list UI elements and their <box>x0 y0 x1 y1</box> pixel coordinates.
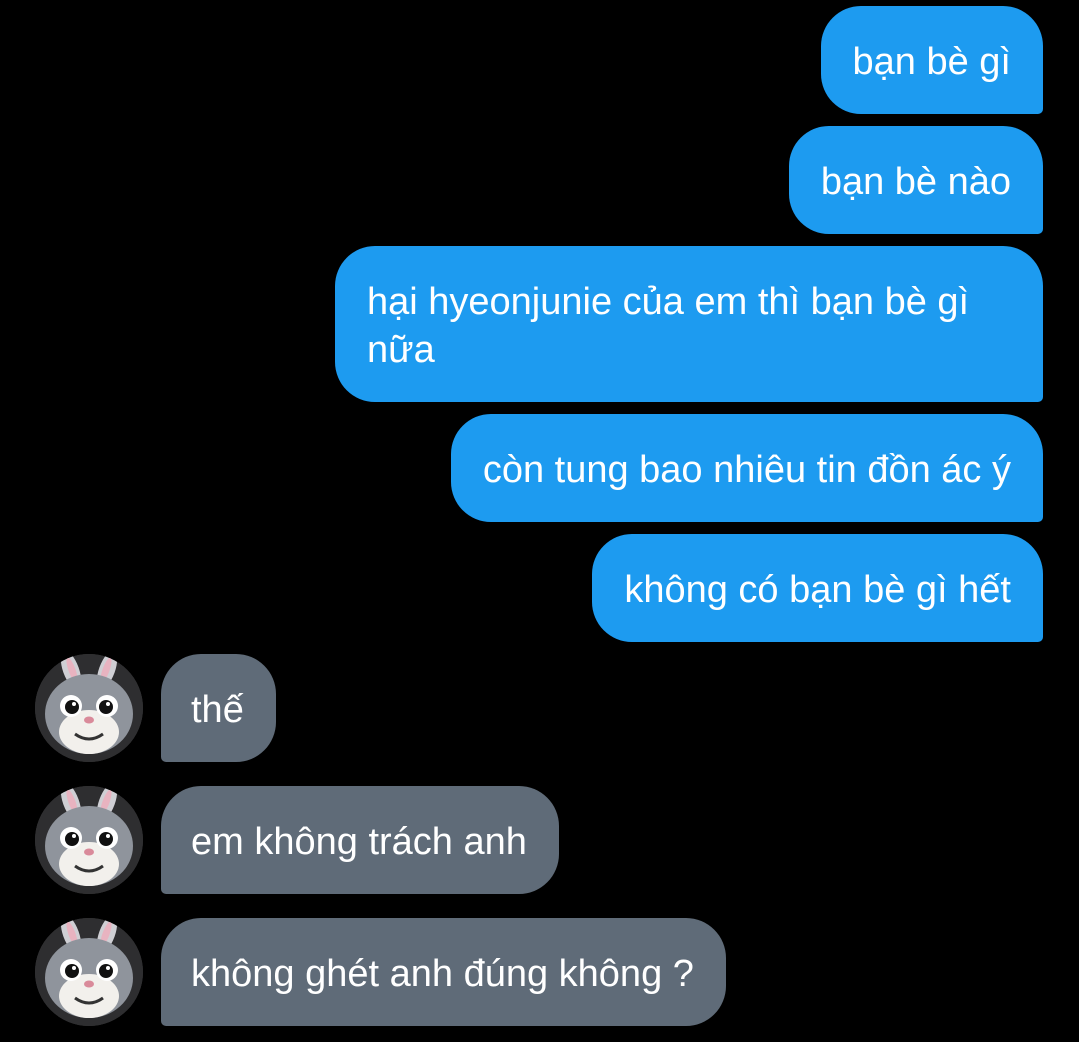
sent-message-bubble[interactable]: bạn bè nào <box>788 126 1043 234</box>
bunny-mascot-avatar[interactable] <box>35 654 143 762</box>
message-text: hại hyeonjunie của em thì bạn bè gì nữa <box>367 281 970 371</box>
sent-message-bubble[interactable]: hại hyeonjunie của em thì bạn bè gì nữa <box>335 246 1043 402</box>
message-text: còn tung bao nhiêu tin đồn ác ý <box>482 449 1011 491</box>
message-text: thế <box>191 689 244 731</box>
bunny-mascot-avatar[interactable] <box>35 918 143 1026</box>
bunny-mascot-avatar[interactable] <box>35 786 143 894</box>
sent-message-bubble[interactable]: không có bạn bè gì hết <box>592 534 1043 642</box>
chat-thread: bạn bè gì bạn bè nào hại hyeonjunie của … <box>0 0 1079 1042</box>
message-text: không có bạn bè gì hết <box>624 569 1011 611</box>
received-message-bubble[interactable]: em không trách anh <box>161 786 559 894</box>
message-text: bạn bè gì <box>852 41 1011 83</box>
message-text: không ghét anh đúng không ? <box>191 953 694 995</box>
received-message-bubble[interactable]: không ghét anh đúng không ? <box>161 918 726 1026</box>
message-text: em không trách anh <box>191 821 527 863</box>
sent-message-bubble[interactable]: còn tung bao nhiêu tin đồn ác ý <box>450 414 1043 522</box>
sent-message-bubble[interactable]: bạn bè gì <box>820 6 1043 114</box>
received-message-bubble[interactable]: thế <box>161 654 276 762</box>
message-text: bạn bè nào <box>820 161 1011 203</box>
